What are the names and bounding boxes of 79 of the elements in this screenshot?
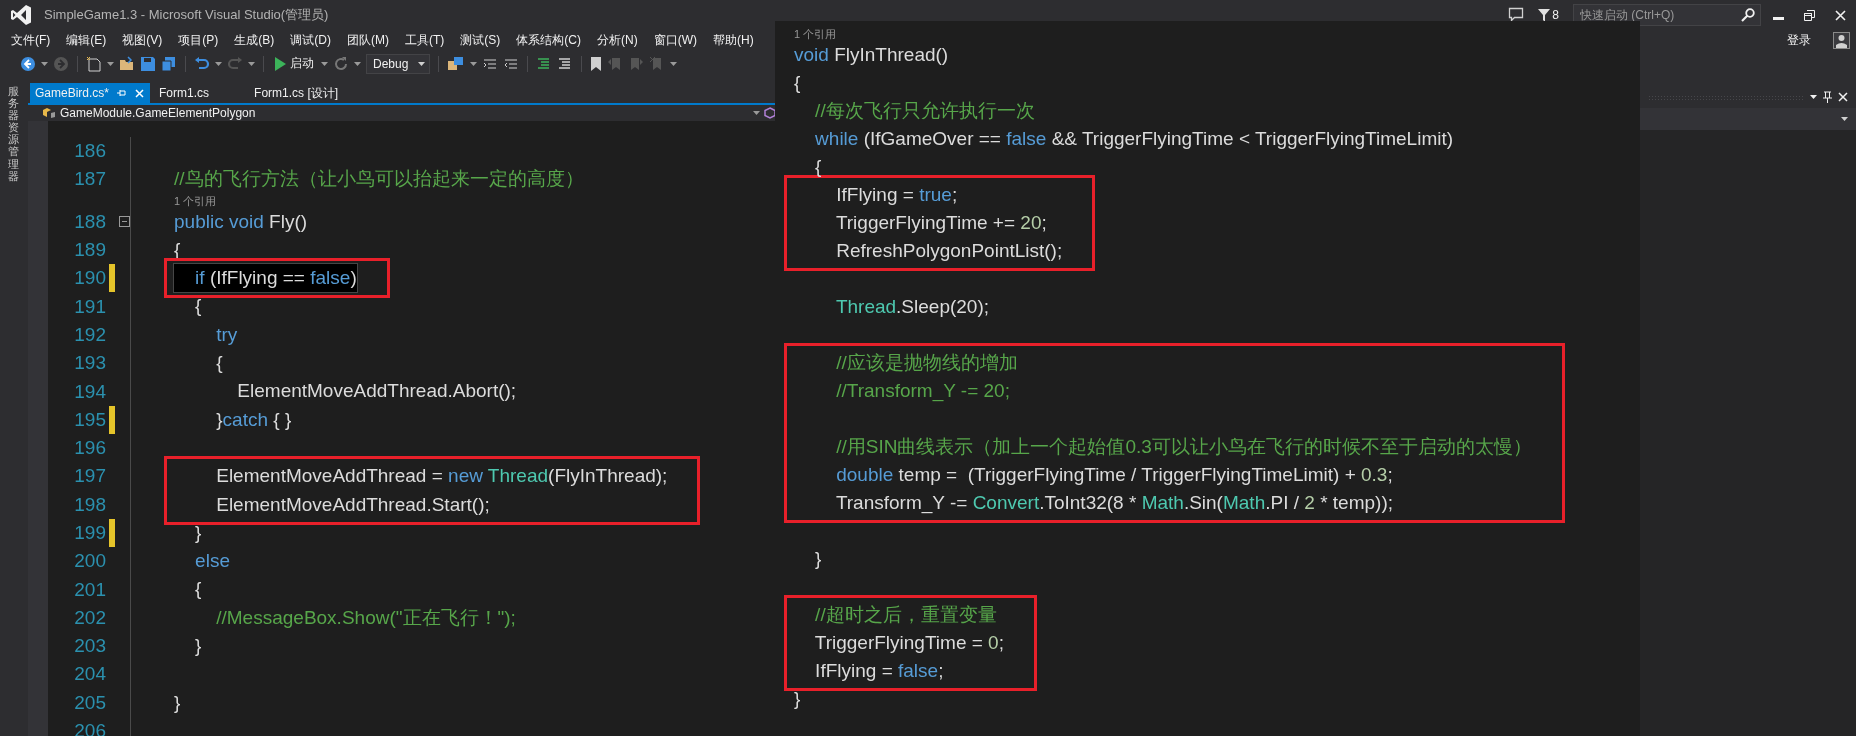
reference-count[interactable]: 1 个引用 xyxy=(794,27,837,41)
server-explorer-tab[interactable]: 服务器资源管理器 xyxy=(8,85,19,182)
line-number: 190 xyxy=(73,267,106,290)
code-line: //超时之后，重置变量 xyxy=(814,603,997,627)
code-line: public void Fly() xyxy=(174,209,308,234)
window-title: SimpleGame1.3 - Microsoft Visual Studio(管理员) xyxy=(44,6,329,24)
line-number: 195 xyxy=(73,408,106,431)
code-line: //用SIN曲线表示（加上一个起始值0.3可以让小鸟在飞行的时候不至于启动的太慢） xyxy=(835,435,1532,459)
document-tab[interactable]: Form1.cs [设计] xyxy=(249,83,379,103)
code-line: Transform_Y -= Convert.ToInt32(8 * Math.Sin(Math.PI / 2 * temp)); xyxy=(834,491,1393,516)
line-number: 191 xyxy=(73,295,106,318)
code-line: //MessageBox.Show("正在飞行！"); xyxy=(215,605,516,630)
line-number: 203 xyxy=(73,635,106,658)
menu-item[interactable]: 文件(F) xyxy=(4,31,58,49)
menu-item[interactable]: 窗口(W) xyxy=(646,31,704,49)
document-tab[interactable]: Form1.cs xyxy=(154,83,250,103)
code-line: RefreshPolygonPointList(); xyxy=(835,239,1063,263)
code-line: void FlyInThread() xyxy=(794,43,949,67)
quick-launch-field[interactable]: 快速启动 (Ctrl+Q) xyxy=(1573,4,1761,26)
line-number: 188 xyxy=(73,210,106,233)
menu-item[interactable]: 项目(P) xyxy=(171,31,226,49)
line-number: 193 xyxy=(73,352,106,375)
menu-item[interactable]: 生成(B) xyxy=(227,31,282,49)
reference-count[interactable]: 1 个引用 xyxy=(174,193,217,208)
menu-item[interactable]: 视图(V) xyxy=(115,31,170,49)
code-line: else xyxy=(194,549,230,574)
sign-in-link[interactable]: 登录 xyxy=(1787,31,1811,49)
code-line: //应该是抛物线的增加 xyxy=(835,351,1018,375)
line-number: 189 xyxy=(73,239,106,262)
start-button[interactable]: 启动 xyxy=(272,55,316,72)
code-line: }catch { } xyxy=(215,407,292,432)
code-line: //鸟的飞行方法（让小鸟可以抬起来一定的高度） xyxy=(174,167,584,192)
line-number: 187 xyxy=(73,168,106,191)
code-line: { xyxy=(194,577,202,602)
code-line: } xyxy=(794,687,801,711)
line-number: 196 xyxy=(73,437,106,460)
code-line: double temp = (TriggerFlyingTime / TriggerFlyingTimeLimit) + 0.3; xyxy=(835,463,1393,487)
line-number: 205 xyxy=(73,691,106,714)
line-number: 186 xyxy=(73,140,106,163)
menu-item[interactable]: 编辑(E) xyxy=(59,31,114,49)
code-line: ElementMoveAddThread = new Thread(FlyInThread); xyxy=(215,464,668,489)
menu-item[interactable]: 分析(N) xyxy=(590,31,645,49)
code-line: try xyxy=(215,322,238,347)
code-line: ElementMoveAddThread.Abort(); xyxy=(236,379,517,404)
line-number: 197 xyxy=(73,465,106,488)
line-number: 204 xyxy=(73,663,106,686)
line-number: 192 xyxy=(73,323,106,346)
menu-item[interactable]: 测试(S) xyxy=(453,31,508,49)
menu-item[interactable]: 团队(M) xyxy=(340,31,396,49)
line-number: 202 xyxy=(73,606,106,629)
code-line: //Transform_Y -= 20; xyxy=(835,379,1010,404)
line-number: 200 xyxy=(73,550,106,573)
menu-item[interactable]: 调试(D) xyxy=(283,31,338,49)
menu-item[interactable]: 体系结构(C) xyxy=(509,31,588,49)
notification-count[interactable]: 8 xyxy=(1552,8,1559,22)
code-line: } xyxy=(174,690,181,715)
code-line: } xyxy=(194,520,202,545)
line-number: 194 xyxy=(73,380,106,403)
line-number: 201 xyxy=(73,578,106,601)
code-line: IfFlying = true; xyxy=(835,183,958,207)
code-line: TriggerFlyingTime = 0; xyxy=(813,631,1004,655)
code-line: Thread.Sleep(20); xyxy=(834,295,990,319)
code-line: } xyxy=(814,547,822,571)
code-line: { xyxy=(814,155,822,179)
code-line: while (IfGameOver == false && TriggerFlyingTime < TriggerFlyingTimeLimit) xyxy=(814,127,1454,151)
code-line: { xyxy=(794,71,801,95)
menu-item[interactable]: 帮助(H) xyxy=(706,31,761,49)
code-line: { xyxy=(215,351,223,376)
configuration-dropdown[interactable]: Debug xyxy=(366,53,431,74)
code-line: //每次飞行只允许执行一次 xyxy=(814,99,1035,123)
menu-item[interactable]: 工具(T) xyxy=(398,31,452,49)
line-number: 199 xyxy=(73,522,106,544)
code-line: ElementMoveAddThread.Start(); xyxy=(215,492,490,517)
code-line: IfFlying = false; xyxy=(814,659,944,683)
code-line: { xyxy=(194,294,202,319)
code-line: TriggerFlyingTime += 20; xyxy=(834,211,1047,235)
code-line: } xyxy=(194,634,202,659)
type-dropdown[interactable]: GameModule.GameElementPolygon xyxy=(42,106,760,120)
line-number: 198 xyxy=(73,493,106,516)
